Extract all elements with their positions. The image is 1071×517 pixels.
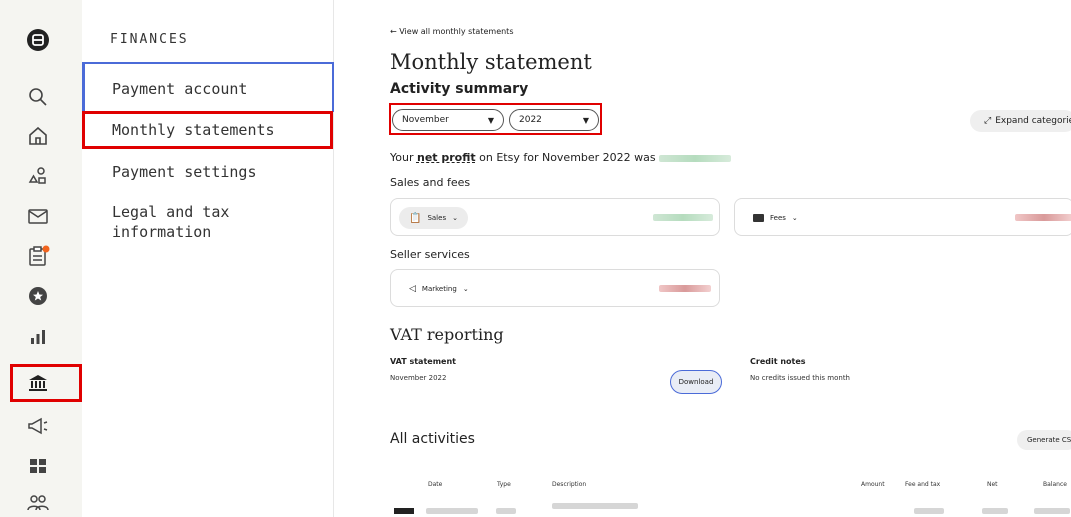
star-icon[interactable]: [24, 282, 52, 310]
sales-chip-label: Sales: [427, 214, 447, 222]
search-icon[interactable]: [24, 83, 52, 111]
messages-icon[interactable]: [24, 202, 52, 230]
sales-and-fees-heading: Sales and fees: [390, 176, 471, 189]
back-link[interactable]: ← View all monthly statements: [390, 27, 513, 36]
table-header-amount[interactable]: Amount: [861, 481, 885, 488]
expand-categories-label: Expand categories: [995, 116, 1071, 126]
main-content: ← View all monthly statements Monthly st…: [334, 0, 1071, 517]
all-activities-heading: All activities: [390, 431, 475, 447]
table-header-type[interactable]: Type: [497, 481, 511, 488]
shop-manager-logo-icon[interactable]: [24, 26, 52, 54]
fees-card[interactable]: Fees ⌄: [734, 198, 1071, 236]
net-profit-line: Your net profit on Etsy for November 202…: [390, 151, 732, 164]
vat-reporting-heading: VAT reporting: [390, 325, 504, 344]
chevron-down-icon: ▼: [487, 115, 494, 125]
credit-notes-text: No credits issued this month: [750, 374, 850, 382]
redacted-row-cell: [982, 508, 1008, 514]
table-header-fee-and-tax[interactable]: Fee and tax: [905, 481, 940, 488]
month-select-value: November: [402, 115, 449, 125]
credit-notes-label: Credit notes: [750, 357, 806, 366]
generate-csv-button[interactable]: Generate CSV: [1017, 430, 1071, 450]
megaphone-icon: ◁: [409, 284, 416, 294]
sales-card[interactable]: 📋 Sales ⌄: [390, 198, 720, 236]
chevron-down-icon: ⌄: [462, 285, 469, 293]
redacted-amount: [659, 154, 732, 162]
integrations-grid-icon[interactable]: [24, 452, 52, 480]
orders-icon[interactable]: [24, 242, 52, 270]
activity-summary-heading: Activity summary: [390, 81, 529, 97]
redacted-fees-value: [1015, 214, 1071, 221]
profit-prefix: Your: [390, 151, 414, 164]
profit-suffix: on Etsy for November 2022 was: [479, 151, 656, 164]
clipboard-icon: 📋: [409, 212, 422, 224]
chevron-down-icon: ⌄: [791, 214, 798, 222]
page-title: Monthly statement: [390, 50, 592, 74]
redacted-marketing-value: [659, 285, 711, 292]
net-profit-term[interactable]: net profit: [417, 151, 476, 164]
download-button[interactable]: Download: [670, 370, 722, 394]
marketing-megaphone-icon[interactable]: [24, 412, 52, 440]
redacted-row-cell: [426, 508, 478, 514]
chevron-down-icon: ▼: [582, 115, 589, 125]
month-select[interactable]: November ▼: [392, 109, 504, 131]
table-header-net[interactable]: Net: [987, 481, 998, 488]
fees-chip[interactable]: Fees ⌄: [743, 207, 808, 229]
finances-icon-highlight: [10, 364, 82, 402]
redacted-row-cell: [914, 508, 944, 514]
marketing-chip-label: Marketing: [421, 285, 457, 293]
chevron-down-icon: ⌄: [452, 214, 458, 222]
nav-heading: FINANCES: [110, 32, 189, 47]
redacted-row-cell: [496, 508, 516, 514]
monthly-statements-highlight: [82, 111, 333, 149]
sales-chip[interactable]: 📋 Sales ⌄: [399, 207, 468, 229]
finances-nav: FINANCES Payment account Monthly stateme…: [82, 0, 334, 517]
icon-rail: [0, 0, 82, 517]
vat-statement-period: November 2022: [390, 374, 447, 382]
fees-chip-label: Fees: [770, 214, 786, 222]
expand-icon: ⤢: [984, 116, 992, 126]
redacted-sales-value: [653, 214, 713, 221]
redacted-row-cell: [552, 503, 638, 509]
marketing-card[interactable]: ◁ Marketing ⌄: [390, 269, 720, 307]
nav-item-legal-and-tax[interactable]: Legal and tax information: [112, 202, 282, 242]
table-header-description[interactable]: Description: [552, 481, 586, 488]
stats-icon[interactable]: [24, 322, 52, 350]
table-header-date[interactable]: Date: [428, 481, 442, 488]
marketing-chip[interactable]: ◁ Marketing ⌄: [399, 278, 479, 300]
nav-item-payment-account[interactable]: Payment account: [112, 79, 247, 99]
year-select-value: 2022: [519, 115, 542, 125]
card-icon: [753, 214, 764, 222]
vat-statement-label: VAT statement: [390, 357, 456, 366]
expand-categories-button[interactable]: ⤢ Expand categories: [970, 110, 1071, 132]
nav-item-payment-settings[interactable]: Payment settings: [112, 162, 257, 182]
community-icon[interactable]: [24, 488, 52, 516]
home-icon[interactable]: [24, 122, 52, 150]
table-header-balance[interactable]: Balance: [1043, 481, 1067, 488]
seller-services-heading: Seller services: [390, 248, 470, 261]
redacted-row-cell: [1034, 508, 1070, 514]
year-select[interactable]: 2022 ▼: [509, 109, 599, 131]
row-type-icon: [394, 508, 414, 514]
listings-icon[interactable]: [24, 162, 52, 190]
